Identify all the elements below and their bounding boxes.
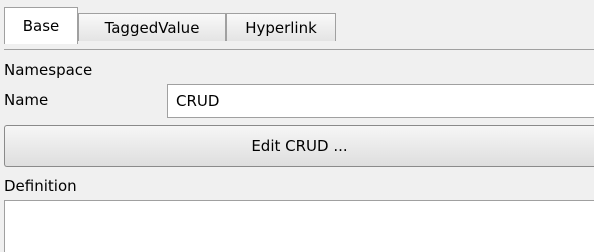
tab-hyperlink[interactable]: Hyperlink [226, 13, 336, 41]
edit-crud-button[interactable]: Edit CRUD ... [4, 125, 594, 167]
definition-textarea[interactable] [4, 200, 594, 252]
tab-divider [4, 49, 594, 50]
namespace-label: Namespace [4, 61, 93, 79]
tab-base[interactable]: Base [4, 7, 78, 44]
definition-label: Definition [4, 177, 77, 195]
name-label: Name [4, 91, 49, 109]
tab-bar: Base TaggedValue Hyperlink [4, 7, 594, 50]
name-input[interactable] [167, 84, 594, 118]
tab-taggedvalue[interactable]: TaggedValue [78, 13, 226, 41]
